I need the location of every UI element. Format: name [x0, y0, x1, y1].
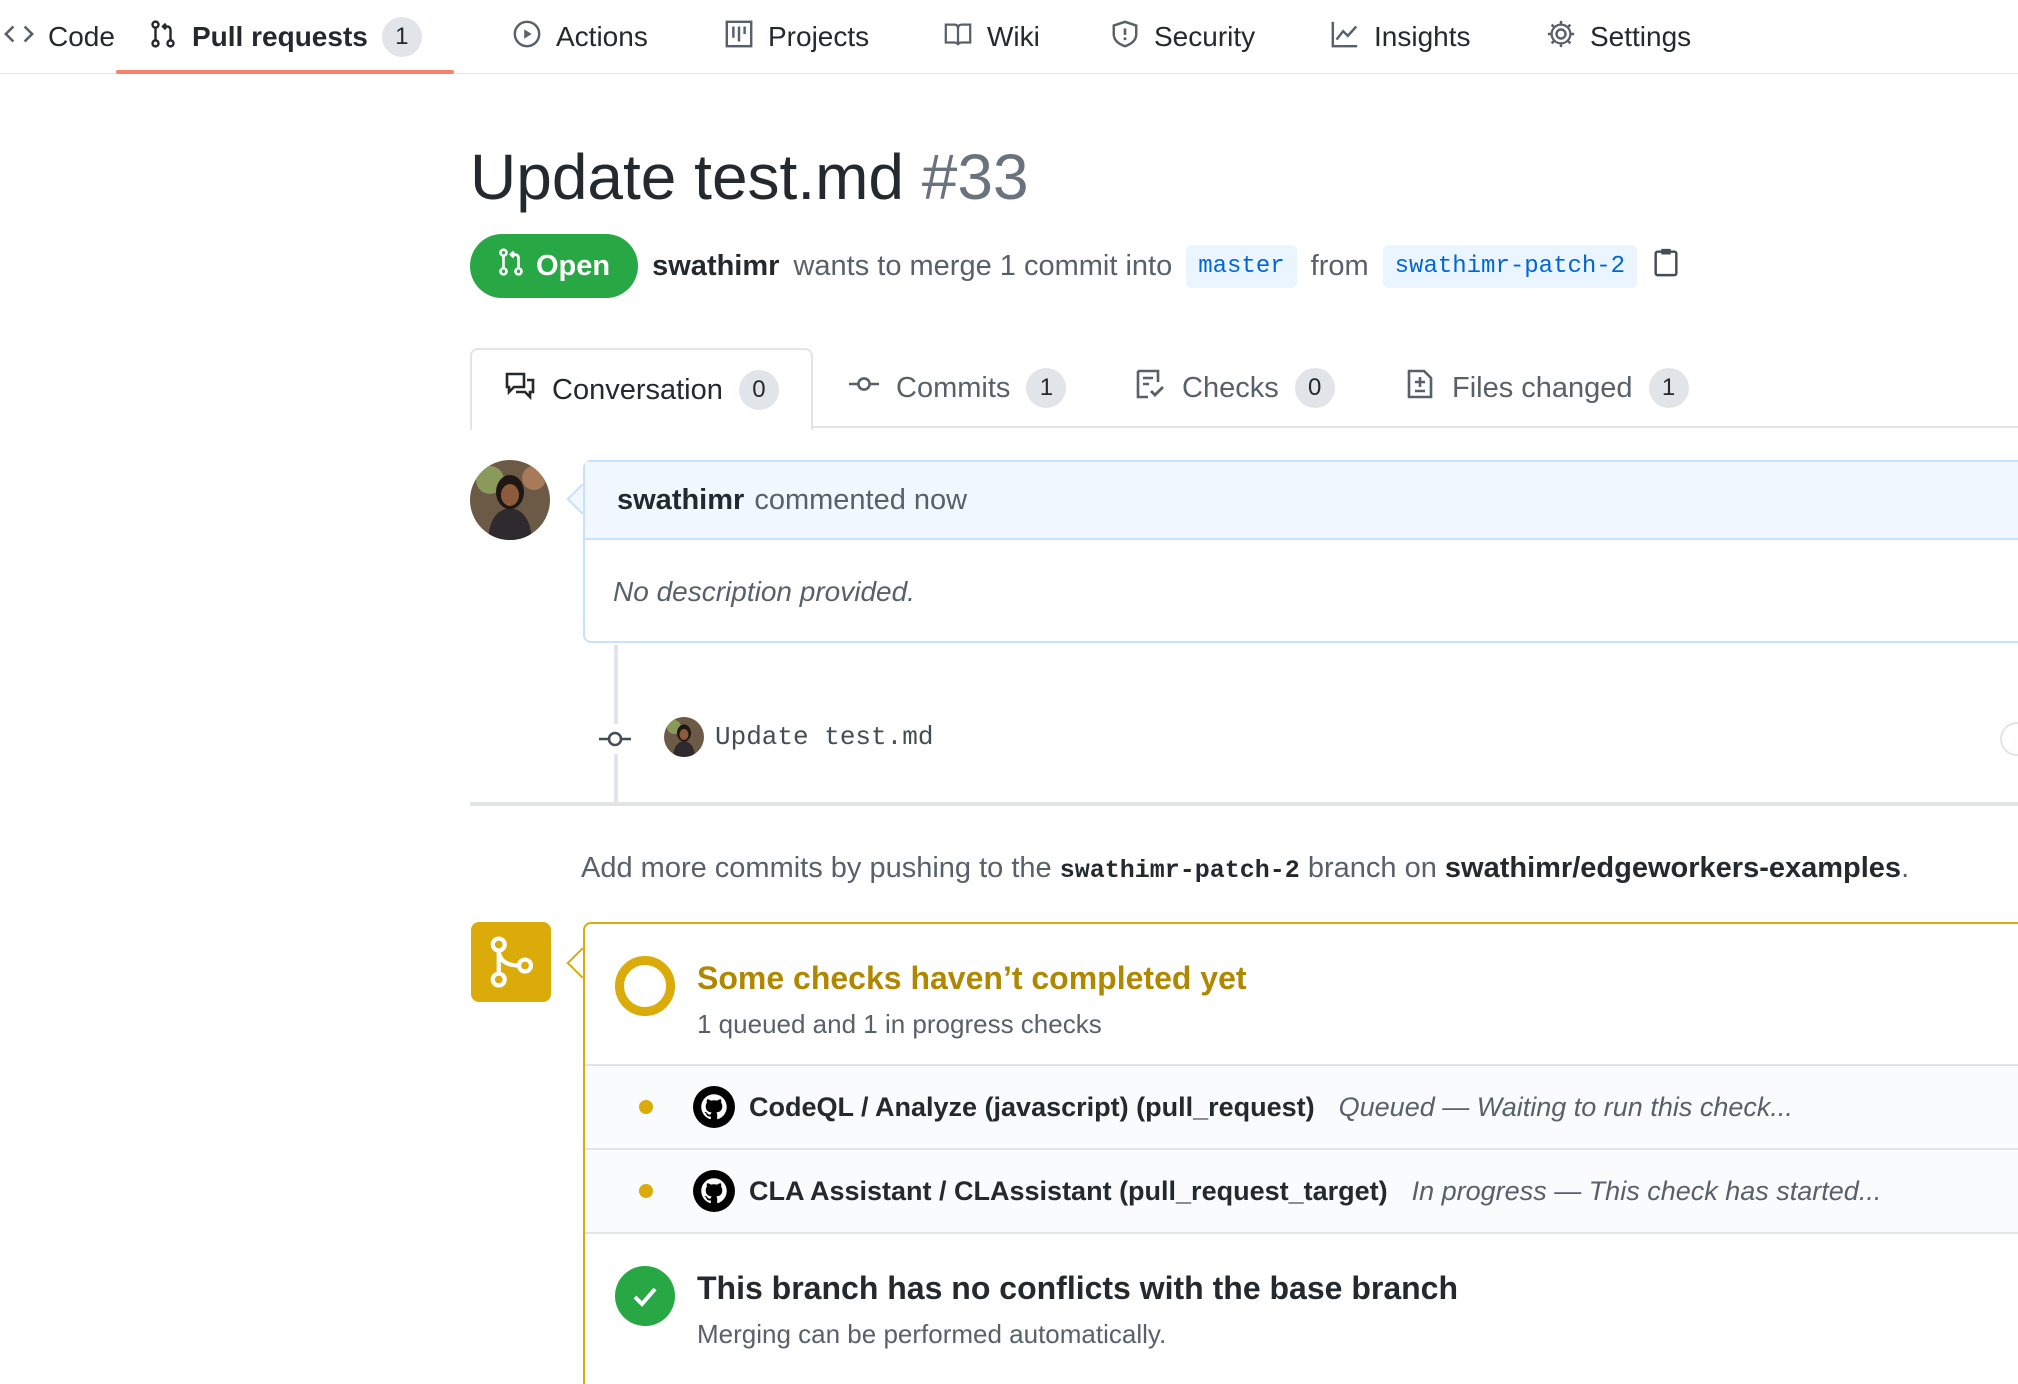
nav-label: Projects [768, 21, 870, 52]
nav-label: Security [1154, 21, 1256, 52]
comment-author[interactable]: swathimr [617, 484, 744, 517]
push-hint-repo[interactable]: swathimr/edgeworkers-examples [1445, 852, 1901, 884]
repo-nav: Code Pull requests 1 Actions Projects Wi… [0, 0, 2018, 74]
project-icon [724, 19, 754, 56]
pr-meta: Open swathimr wants to merge 1 commit in… [470, 234, 1681, 298]
commit-avatar[interactable] [664, 717, 704, 757]
push-hint-branch: swathimr-patch-2 [1059, 856, 1300, 885]
check-row[interactable]: CodeQL / Analyze (javascript) (pull_requ… [585, 1064, 2018, 1148]
nav-settings[interactable]: Settings [1546, 0, 1691, 74]
tab-conversation[interactable]: Conversation 0 [470, 348, 813, 430]
pr-number: #33 [921, 141, 1029, 213]
file-diff-icon [1404, 368, 1436, 408]
timeline-divider [470, 802, 2018, 806]
push-hint-middle: branch on [1307, 852, 1437, 884]
pr-tabs: Conversation 0 Commits 1 Checks 0 Files … [470, 348, 2018, 430]
comment-body: No description provided. [613, 576, 915, 607]
push-hint: Add more commits by pushing to the swath… [581, 852, 1909, 885]
check-row[interactable]: CLA Assistant / CLAssistant (pull_reques… [585, 1148, 2018, 1232]
check-description: In progress — This check has started... [1411, 1175, 1882, 1206]
tab-label: Commits [896, 371, 1011, 404]
checks-title: Some checks haven’t completed yet [697, 960, 1247, 996]
nav-projects[interactable]: Projects [724, 0, 869, 74]
nav-label: Settings [1590, 21, 1692, 52]
check-name: CodeQL / Analyze (javascript) (pull_requ… [749, 1091, 1315, 1122]
play-icon [512, 19, 542, 56]
github-icon [693, 1086, 735, 1128]
nav-label: Code [48, 21, 115, 52]
push-hint-prefix: Add more commits by pushing to the [581, 852, 1052, 884]
state-label: Open [536, 249, 611, 282]
code-icon [4, 19, 34, 56]
checks-summary: Some checks haven’t completed yet 1 queu… [585, 924, 2018, 1064]
tab-counter: 0 [1294, 368, 1335, 408]
merge-box: Some checks haven’t completed yet 1 queu… [583, 922, 2018, 1384]
comment-box: swathimr commented now No description pr… [583, 460, 2018, 643]
state-badge: Open [470, 234, 639, 298]
tab-checks[interactable]: Checks 0 [1134, 348, 1335, 428]
github-icon [693, 1170, 735, 1212]
base-branch[interactable]: master [1186, 244, 1297, 288]
avatar[interactable] [470, 460, 550, 540]
tab-counter: 0 [738, 370, 779, 410]
git-commit-icon [848, 368, 880, 408]
pull-requests-counter: 1 [381, 17, 422, 57]
graph-icon [1330, 19, 1360, 56]
tab-counter: 1 [1026, 368, 1067, 408]
checklist-icon [1134, 368, 1166, 408]
check-description: Queued — Waiting to run this check... [1338, 1091, 1793, 1122]
merge-text: wants to merge 1 commit into [793, 249, 1173, 282]
nav-insights[interactable]: Insights [1330, 0, 1471, 74]
nav-actions[interactable]: Actions [512, 0, 648, 74]
comment-header: swathimr commented now [585, 462, 2018, 540]
nav-label: Wiki [987, 21, 1040, 52]
from-text: from [1310, 249, 1369, 282]
tab-files-changed[interactable]: Files changed 1 [1404, 348, 1689, 428]
check-name: CLA Assistant / CLAssistant (pull_reques… [749, 1175, 1388, 1206]
tab-label: Files changed [1452, 371, 1633, 404]
head-branch[interactable]: swathimr-patch-2 [1382, 244, 1638, 288]
commit-message[interactable]: Update test.md [715, 722, 933, 752]
git-pull-request-icon [496, 247, 526, 285]
book-icon [943, 19, 973, 56]
pending-dot-icon [639, 1100, 653, 1114]
comment-action: commented now [754, 483, 968, 516]
author-link[interactable]: swathimr [652, 250, 779, 283]
gear-icon [1546, 19, 1576, 56]
pr-title-text: Update test.md [470, 141, 904, 213]
tab-commits[interactable]: Commits 1 [848, 348, 1067, 428]
shield-icon [1110, 19, 1140, 56]
conflicts-subtitle: Merging can be performed automatically. [697, 1319, 1167, 1349]
conflicts-title: This branch has no conflicts with the ba… [697, 1270, 1459, 1306]
tab-label: Conversation [552, 373, 723, 406]
nav-pull-requests[interactable]: Pull requests 1 [116, 0, 454, 74]
conflicts-section: This branch has no conflicts with the ba… [585, 1232, 2018, 1382]
nav-code[interactable]: Code [4, 0, 115, 74]
git-merge-icon [471, 922, 551, 1002]
checks-subtitle: 1 queued and 1 in progress checks [697, 1009, 1102, 1039]
commit-status-circle [2000, 722, 2018, 756]
check-icon [615, 1266, 675, 1326]
tab-counter: 1 [1648, 368, 1689, 408]
nav-security[interactable]: Security [1110, 0, 1255, 74]
pending-dot-icon [639, 1184, 653, 1198]
git-commit-icon [597, 724, 633, 754]
pending-icon [615, 956, 675, 1016]
tab-label: Checks [1182, 371, 1279, 404]
clipboard-icon[interactable] [1651, 247, 1681, 285]
comment-discussion-icon [504, 370, 536, 410]
nav-wiki[interactable]: Wiki [943, 0, 1040, 74]
nav-label: Insights [1374, 21, 1471, 52]
nav-label: Actions [556, 21, 648, 52]
push-hint-suffix: . [1901, 852, 1910, 884]
page-title: Update test.md #33 [470, 140, 1029, 214]
git-pull-request-icon [148, 19, 178, 56]
nav-label: Pull requests [192, 21, 368, 52]
